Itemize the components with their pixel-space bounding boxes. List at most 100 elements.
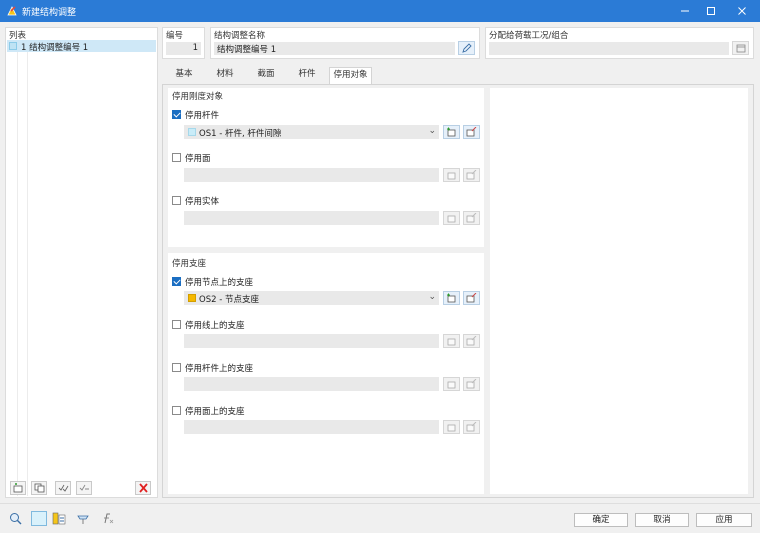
name-label: 结构调整名称 <box>214 31 266 41</box>
surface-supports-selection-field[interactable] <box>184 420 439 434</box>
app-icon <box>7 6 17 16</box>
edit-selection-icon <box>466 213 477 223</box>
new-selection-icon <box>447 293 456 303</box>
tree-guide <box>27 52 28 496</box>
title-bar: 新建结构调整 <box>0 0 760 22</box>
uncheck-all-icon <box>79 484 89 491</box>
objects-group-title: 停用刚度对象 <box>172 92 224 102</box>
units-icon <box>77 515 89 524</box>
line-supports-selection-field[interactable] <box>184 334 439 348</box>
member-supports-selection-field[interactable] <box>184 377 439 391</box>
deactivate-line-supports-checkbox[interactable] <box>172 320 181 329</box>
members-selection-text: OS1 - 杆件, 杆件间隙 <box>199 129 282 139</box>
edit-selection-icon <box>466 127 477 137</box>
formula-icon <box>104 513 114 524</box>
deactivate-surface-supports-checkbox[interactable] <box>172 406 181 415</box>
ok-button[interactable]: 确定 <box>574 513 628 527</box>
apply-button[interactable]: 应用 <box>696 513 752 527</box>
deactivate-line-supports-label: 停用线上的支座 <box>185 321 245 331</box>
close-icon <box>738 7 746 15</box>
new-surface-supports-selection-button[interactable] <box>443 420 460 434</box>
deactivate-solids-label: 停用实体 <box>185 197 220 207</box>
new-member-supports-selection-button[interactable] <box>443 377 460 391</box>
uncheck-all-button[interactable] <box>76 481 92 495</box>
maximize-button[interactable] <box>696 0 726 22</box>
edit-selection-icon <box>466 422 477 432</box>
window-title: 新建结构调整 <box>22 8 77 18</box>
delete-item-button[interactable] <box>135 481 151 495</box>
new-line-supports-selection-button[interactable] <box>443 334 460 348</box>
tab-deactivate-objects[interactable]: 停用对象 <box>329 67 372 84</box>
nodal-supports-selection-combo[interactable]: OS2 - 节点支座 ⌄ <box>184 291 439 305</box>
formula-button[interactable] <box>100 511 116 526</box>
preview-panel <box>490 88 748 494</box>
properties-icon <box>52 512 66 525</box>
edit-selection-icon <box>466 379 477 389</box>
members-selection-swatch <box>188 128 196 136</box>
number-label: 编号 <box>166 31 184 41</box>
edit-name-button[interactable] <box>458 41 475 55</box>
edit-nodal-supports-selection-button[interactable] <box>463 291 480 305</box>
new-item-button[interactable] <box>10 481 26 495</box>
tab-basic[interactable]: 基本 <box>165 67 203 83</box>
edit-solids-selection-button[interactable] <box>463 211 480 225</box>
deactivate-members-checkbox[interactable] <box>172 110 181 119</box>
surfaces-selection-field[interactable] <box>184 168 439 182</box>
display-properties-button[interactable] <box>51 511 67 526</box>
copy-icon <box>34 483 44 493</box>
list-item[interactable]: 1 结构调整编号 1 <box>7 40 156 53</box>
tab-members[interactable]: 杆件 <box>288 67 326 83</box>
assign-field[interactable] <box>489 42 729 55</box>
edit-selection-icon <box>466 293 477 303</box>
delete-icon <box>138 483 148 493</box>
close-button[interactable] <box>727 0 757 22</box>
new-members-selection-button[interactable] <box>443 125 460 139</box>
nodal-supports-selection-swatch <box>188 294 196 302</box>
new-surfaces-selection-button[interactable] <box>443 168 460 182</box>
deactivate-member-supports-label: 停用杆件上的支座 <box>185 364 254 374</box>
deactivate-member-supports-checkbox[interactable] <box>172 363 181 372</box>
name-field[interactable]: 结构调整编号 1 <box>214 42 455 55</box>
minimize-icon <box>681 10 689 12</box>
deactivate-nodal-supports-label: 停用节点上的支座 <box>185 278 254 288</box>
color-button[interactable] <box>31 511 47 526</box>
supports-group-title: 停用支座 <box>172 259 207 269</box>
new-nodal-supports-selection-button[interactable] <box>443 291 460 305</box>
solids-selection-field[interactable] <box>184 211 439 225</box>
edit-surface-supports-selection-button[interactable] <box>463 420 480 434</box>
check-all-icon <box>58 484 68 492</box>
new-solids-selection-button[interactable] <box>443 211 460 225</box>
chevron-down-icon: ⌄ <box>428 126 436 136</box>
tab-sections[interactable]: 截面 <box>247 67 285 83</box>
deactivate-nodal-supports-checkbox[interactable] <box>172 277 181 286</box>
copy-item-button[interactable] <box>31 481 47 495</box>
edit-members-selection-button[interactable] <box>463 125 480 139</box>
edit-line-supports-selection-button[interactable] <box>463 334 480 348</box>
units-button[interactable] <box>75 511 91 526</box>
new-selection-icon <box>447 338 456 346</box>
assign-select-button[interactable] <box>732 41 749 55</box>
deactivate-members-label: 停用杆件 <box>185 111 220 121</box>
deactivate-solids-checkbox[interactable] <box>172 196 181 205</box>
tab-materials[interactable]: 材料 <box>206 67 244 83</box>
new-selection-icon <box>447 215 456 223</box>
search-button[interactable] <box>7 511 23 526</box>
edit-icon <box>461 43 472 53</box>
members-selection-combo[interactable]: OS1 - 杆件, 杆件间隙 ⌄ <box>184 125 439 139</box>
search-icon <box>9 513 21 525</box>
new-selection-icon <box>447 381 456 389</box>
nodal-supports-selection-text: OS2 - 节点支座 <box>199 295 259 305</box>
deactivate-surfaces-checkbox[interactable] <box>172 153 181 162</box>
check-all-button[interactable] <box>55 481 71 495</box>
number-field[interactable]: 1 <box>166 42 201 55</box>
list-item-swatch <box>9 42 17 50</box>
edit-surfaces-selection-button[interactable] <box>463 168 480 182</box>
cancel-button[interactable]: 取消 <box>635 513 689 527</box>
edit-member-supports-selection-button[interactable] <box>463 377 480 391</box>
assign-label: 分配给荷载工况/组合 <box>489 31 569 41</box>
chevron-down-icon: ⌄ <box>428 292 436 302</box>
window-icon <box>736 44 745 52</box>
new-selection-icon <box>447 424 456 432</box>
maximize-icon <box>707 7 715 15</box>
new-item-icon <box>13 483 22 493</box>
